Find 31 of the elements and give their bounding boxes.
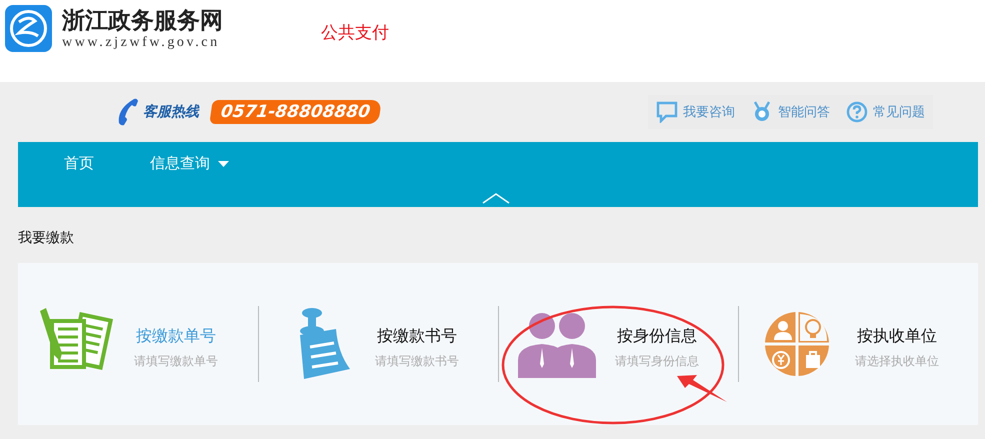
help-icon bbox=[846, 101, 868, 123]
help-link[interactable]: 智能问答 bbox=[751, 101, 830, 123]
option-title: 按缴款单号 bbox=[136, 326, 216, 347]
option-title: 按执收单位 bbox=[857, 326, 937, 347]
chat-icon bbox=[656, 101, 678, 123]
pay-option[interactable]: 按缴款书号 请填写缴款书号 bbox=[258, 306, 498, 382]
page-title: 公共支付 bbox=[321, 22, 389, 44]
chevron-up-icon[interactable] bbox=[482, 192, 510, 204]
robot-icon bbox=[751, 101, 773, 123]
section-title: 我要缴款 bbox=[18, 229, 75, 248]
pointer-arrow bbox=[677, 375, 727, 402]
option-hint: 请选择执收单位 bbox=[855, 353, 939, 370]
caret-icon bbox=[218, 160, 229, 166]
help-link[interactable]: 我要咨询 bbox=[656, 101, 735, 123]
help-link[interactable]: 常见问题 bbox=[846, 101, 925, 123]
option-title: 按缴款书号 bbox=[377, 326, 457, 347]
pay-option[interactable]: 按缴款单号 请填写缴款单号 bbox=[18, 306, 258, 382]
pay-option[interactable]: 按身份信息 请填写身份信息 bbox=[498, 306, 738, 382]
hotline-number: 0571-88808880 bbox=[209, 100, 382, 124]
logo-icon bbox=[5, 5, 52, 52]
option-hint: 请填写身份信息 bbox=[615, 353, 699, 370]
option-hint: 请填写缴款单号 bbox=[134, 353, 218, 370]
pie-quadrant-icon bbox=[763, 310, 831, 378]
option-hint: 请填写缴款书号 bbox=[375, 353, 459, 370]
pay-option[interactable]: 按执收单位 请选择执收单位 bbox=[738, 306, 978, 382]
option-title: 按身份信息 bbox=[617, 326, 697, 347]
nav-item[interactable]: 首页 bbox=[64, 154, 94, 173]
site-title: 浙江政务服务网 bbox=[62, 7, 223, 35]
hotline-label: 客服热线 bbox=[143, 103, 199, 121]
nav-item[interactable]: 信息查询 bbox=[150, 154, 229, 173]
site-url: www.zjzwfw.gov.cn bbox=[62, 35, 221, 51]
